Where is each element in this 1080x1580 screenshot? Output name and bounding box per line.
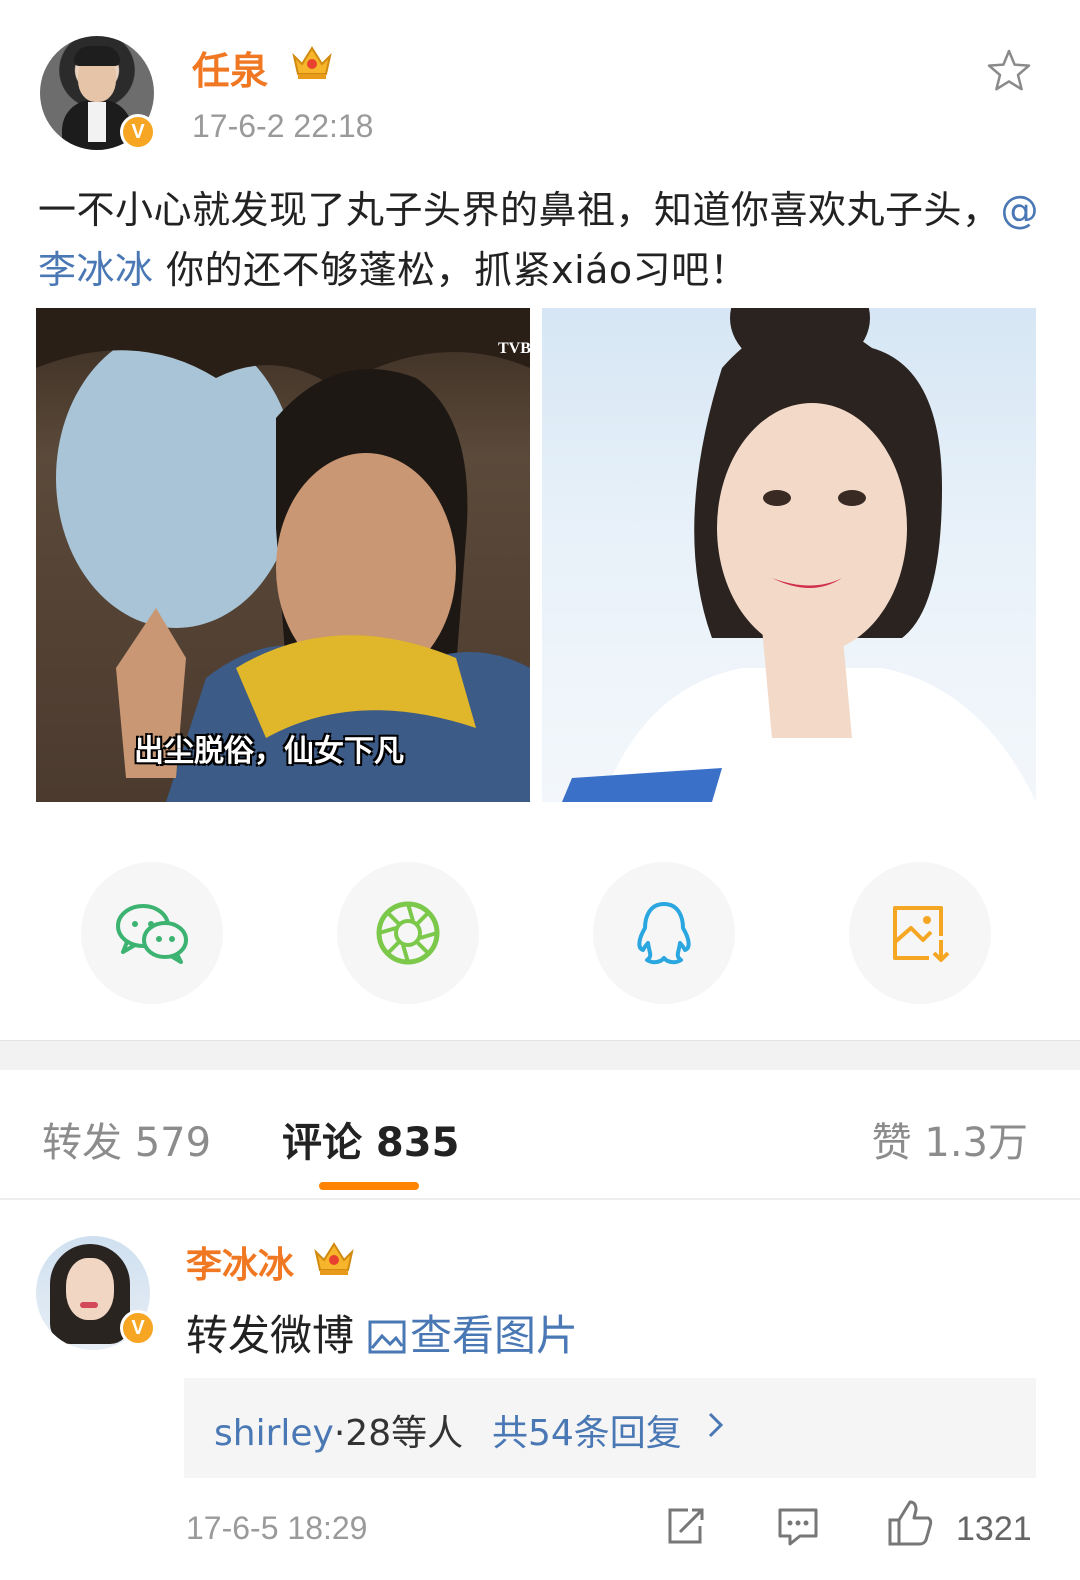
crown-icon [314,1242,354,1275]
thumbs-up-icon[interactable] [886,1498,936,1548]
image-2-drawing [562,308,1036,802]
save-image-icon [893,906,950,962]
comment-item: V 李冰冰 转发微博 查看图片 shirley·28等人 共54条回复 17-6-… [0,1210,1080,1580]
crown-icon [292,46,332,79]
save-image-button[interactable] [849,862,991,1004]
verified-badge-icon: V [120,114,156,150]
tab-comment[interactable]: 评论 835 [282,1110,459,1168]
active-tab-indicator [319,1182,419,1190]
post-image-1[interactable]: TVB 出尘脱俗，仙女下凡 [36,308,530,802]
comment-icon[interactable] [776,1506,820,1548]
post-header: V 任泉 17-6-2 22:18 [0,0,1080,170]
interaction-tabs: 转发 579 评论 835 赞 1.3万 [0,1070,1080,1200]
picture-icon [368,1320,406,1354]
post-text-part2: 你的还不够蓬松，抓紧xiáo习吧！ [153,248,749,292]
share-moments-button[interactable] [337,862,479,1004]
author-name[interactable]: 任泉 [192,40,268,95]
commenter-name[interactable]: 李冰冰 [186,1236,294,1288]
qq-icon [637,902,691,965]
replies-box[interactable]: shirley·28等人 共54条回复 [184,1378,1036,1478]
view-image-link[interactable]: 查看图片 [410,1311,578,1360]
share-wechat-button[interactable] [81,862,223,1004]
image-1-caption: 出尘脱俗，仙女下凡 [134,734,404,769]
share-icon[interactable] [664,1506,706,1548]
reply-participants: shirley·28等人 [214,1404,463,1456]
post-time: 17-6-2 22:18 [192,108,374,144]
verified-badge-icon: V [120,1310,156,1346]
reply-count[interactable]: 共54条回复 [492,1404,682,1456]
reply-first-name[interactable]: shirley [214,1413,334,1454]
comment-body: 转发微博 [186,1311,355,1360]
comment-time: 17-6-5 18:29 [186,1510,368,1546]
section-divider [0,1040,1080,1070]
favorite-star-icon[interactable] [984,46,1034,96]
chevron-right-icon [708,1412,724,1438]
share-qq-button[interactable] [593,862,735,1004]
tab-repost[interactable]: 转发 579 [42,1110,211,1168]
comment-like-count: 1321 [956,1510,1032,1548]
comment-text: 转发微博 查看图片 [186,1302,578,1363]
moments-icon [376,901,440,965]
author-avatar[interactable]: V [40,36,156,150]
post-text: 一不小心就发现了丸子头界的鼻祖，知道你喜欢丸子头，@李冰冰 你的还不够蓬松，抓紧… [38,180,1048,300]
tvb-watermark: TVB [498,340,530,357]
tab-like[interactable]: 赞 1.3万 [872,1110,1028,1168]
post-text-part1: 一不小心就发现了丸子头界的鼻祖，知道你喜欢丸子头， [38,188,1001,232]
post-image-2[interactable] [542,308,1036,802]
reply-others: ·28等人 [333,1413,464,1454]
wechat-icon [116,904,188,964]
share-row [0,862,1080,1004]
commenter-avatar[interactable]: V [36,1236,156,1350]
